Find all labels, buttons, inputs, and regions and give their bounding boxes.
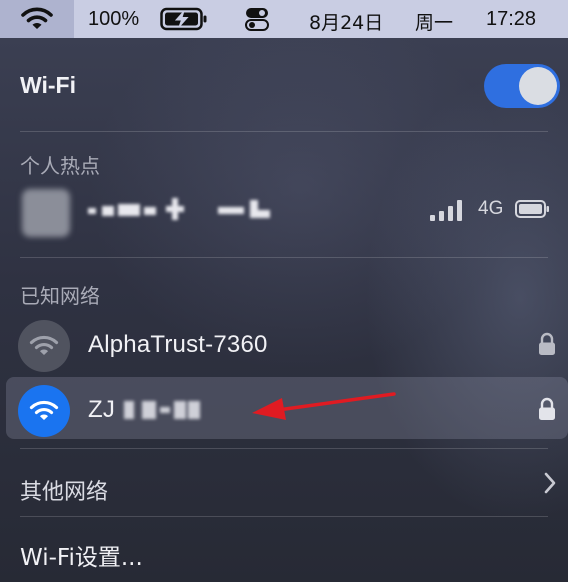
toggle-knob [519, 67, 557, 105]
menubar-date: 8月24日 [309, 12, 384, 34]
wifi-settings-link[interactable]: Wi-Fi设置... [20, 538, 143, 572]
divider [20, 516, 548, 517]
divider [20, 131, 548, 132]
menubar-wifi-button[interactable] [0, 0, 74, 38]
other-networks-label: 其他网络 [20, 480, 109, 505]
hotspot-device-icon [22, 189, 70, 237]
panel-title: Wi-Fi [20, 72, 76, 98]
lock-icon [539, 332, 555, 355]
wifi-dropdown-panel: Wi-Fi 个人热点 4G 已知网络 AlphaTrust-7360 ZJ 其他… [0, 38, 568, 582]
known-networks-header: 已知网络 [20, 284, 100, 308]
wifi-connected-icon [18, 385, 70, 437]
menubar-clock[interactable]: 17:28 [486, 8, 536, 31]
control-center-icon[interactable] [245, 6, 269, 38]
lock-icon [539, 397, 555, 420]
battery-charging-icon[interactable] [160, 6, 208, 38]
chevron-right-icon [544, 472, 556, 494]
network-type-label: 4G [478, 198, 504, 219]
redacted-hotspot-name [88, 196, 274, 224]
other-networks-row[interactable]: 其他网络 [0, 458, 568, 510]
wifi-toggle[interactable] [484, 64, 560, 108]
hotspot-battery-icon [515, 200, 549, 218]
signal-strength-icon [430, 200, 462, 221]
battery-percent: 100% [88, 8, 140, 30]
divider [20, 448, 548, 449]
personal-hotspot-header: 个人热点 [20, 154, 100, 178]
menubar-weekday: 周一 [415, 12, 454, 34]
menu-bar: 100% 8月24日 周一 17:28 [0, 0, 568, 38]
network-name: ZJ [88, 396, 116, 423]
network-row-alphatrust[interactable]: AlphaTrust-7360 [0, 316, 568, 372]
redacted-network-suffix [120, 397, 204, 423]
hotspot-row[interactable]: 4G [0, 184, 568, 240]
annotation-arrow [252, 392, 396, 420]
divider [20, 257, 548, 258]
network-name: AlphaTrust-7360 [88, 331, 268, 358]
wifi-signal-icon [18, 320, 70, 372]
wifi-icon [21, 7, 53, 29]
